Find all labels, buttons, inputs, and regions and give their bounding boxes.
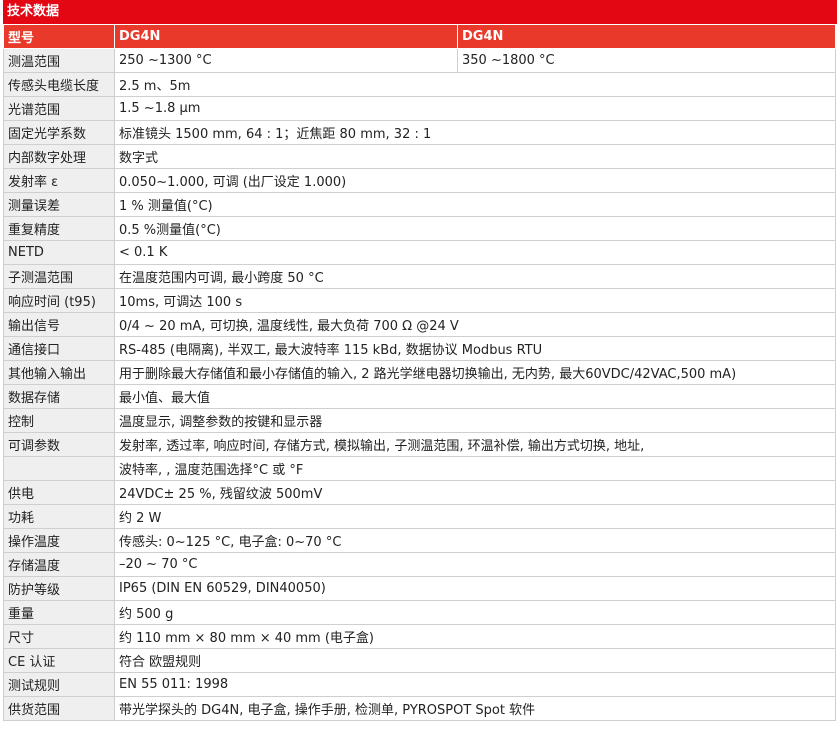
spec-label: 测量误差 [3,192,115,217]
spec-row: 发射率 ε 0.050~1.000, 可调 (出厂设定 1.000) [3,168,836,193]
spec-label: 通信接口 [3,336,115,361]
spec-value: 带光学探头的 DG4N, 电子盒, 操作手册, 检测单, PYROSPOT Sp… [114,696,836,721]
spec-value: 0.5 %测量值(°C) [114,216,836,241]
spec-value: EN 55 011: 1998 [114,672,836,697]
spec-row: 输出信号 0/4 ~ 20 mA, 可切换, 温度线性, 最大负荷 700 Ω @… [3,312,836,337]
spec-row: 响应时间 (t95) 10ms, 可调达 100 s [3,288,836,313]
spec-value: 10ms, 可调达 100 s [114,288,836,313]
spec-value: 约 500 g [114,600,836,625]
spec-row: 通信接口 RS-485 (电隔离), 半双工, 最大波特率 115 kBd, 数据… [3,336,836,361]
spec-row: 数据存储 最小值、最大值 [3,384,836,409]
range-model-1: 250 ~1300 °C [114,48,458,73]
spec-row: 测量误差 1 % 测量值(°C) [3,192,836,217]
spec-label: 重复精度 [3,216,115,241]
spec-value: 最小值、最大值 [114,384,836,409]
spec-row: 可调参数 发射率, 透过率, 响应时间, 存储方式, 模拟输出, 子测温范围, 环… [3,432,836,457]
spec-label [3,456,115,481]
spec-label: CE 认证 [3,648,115,673]
spec-value: RS-485 (电隔离), 半双工, 最大波特率 115 kBd, 数据协议 M… [114,336,836,361]
range-row: 测温范围 250 ~1300 °C 350 ~1800 °C [3,48,836,73]
spec-row: CE 认证 符合 欧盟规则 [3,648,836,673]
spec-label: 测试规则 [3,672,115,697]
spec-label: 内部数字处理 [3,144,115,169]
spec-row: 传感头电缆长度 2.5 m、5m [3,72,836,97]
spec-row: 操作温度 传感头: 0~125 °C, 电子盒: 0~70 °C [3,528,836,553]
spec-value: 0.050~1.000, 可调 (出厂设定 1.000) [114,168,836,193]
spec-value: 标准镜头 1500 mm, 64 : 1；近焦距 80 mm, 32 : 1 [114,120,836,145]
spec-row: 供货范围 带光学探头的 DG4N, 电子盒, 操作手册, 检测单, PYROSPO… [3,696,836,721]
spec-value: 0/4 ~ 20 mA, 可切换, 温度线性, 最大负荷 700 Ω @24 V [114,312,836,337]
spec-row: 功耗约 2 W [3,504,836,529]
spec-value: 数字式 [114,144,836,169]
spec-row: 防护等级 IP65 (DIN EN 60529, DIN40050) [3,576,836,601]
spec-row: 波特率, , 温度范围选择°C 或 °F [3,456,836,481]
spec-label: 控制 [3,408,115,433]
spec-label: 响应时间 (t95) [3,288,115,313]
spec-value: 1 % 测量值(°C) [114,192,836,217]
spec-label: 操作温度 [3,528,115,553]
section-title: 技术数据 [3,0,837,24]
spec-value: 约 110 mm × 80 mm × 40 mm (电子盒) [114,624,836,649]
spec-label: 可调参数 [3,432,115,457]
spec-value: 在温度范围内可调, 最小跨度 50 °C [114,264,836,289]
spec-value: 符合 欧盟规则 [114,648,836,673]
spec-value: 1.5 ~1.8 μm [114,96,836,121]
spec-label: 尺寸 [3,624,115,649]
spec-row: 光谱范围 1.5 ~1.8 μm [3,96,836,121]
model-1-name: DG4N [114,24,458,49]
model-header-row: 型号 DG4N DG4N [3,24,836,49]
spec-row: 子测温范围 在温度范围内可调, 最小跨度 50 °C [3,264,836,289]
spec-value: 温度显示, 调整参数的按键和显示器 [114,408,836,433]
spec-row: 尺寸 约 110 mm × 80 mm × 40 mm (电子盒) [3,624,836,649]
spec-sheet: 技术数据 型号 DG4N DG4N 测温范围 250 ~1300 °C 350 … [3,0,837,721]
spec-label: 传感头电缆长度 [3,72,115,97]
spec-value: 约 2 W [114,504,836,529]
spec-label: 发射率 ε [3,168,115,193]
spec-value: 24VDC± 25 %, 残留纹波 500mV [114,480,836,505]
spec-row: 供电 24VDC± 25 %, 残留纹波 500mV [3,480,836,505]
spec-row: 内部数字处理 数字式 [3,144,836,169]
spec-label: 存储温度 [3,552,115,577]
spec-label: NETD [3,240,115,265]
spec-row: 重复精度 0.5 %测量值(°C) [3,216,836,241]
spec-label: 功耗 [3,504,115,529]
spec-label: 光谱范围 [3,96,115,121]
spec-label: 供货范围 [3,696,115,721]
spec-value: IP65 (DIN EN 60529, DIN40050) [114,576,836,601]
model-label: 型号 [3,24,115,49]
spec-label: 防护等级 [3,576,115,601]
spec-label: 供电 [3,480,115,505]
spec-row: 存储温度 –20 ~ 70 °C [3,552,836,577]
spec-label: 数据存储 [3,384,115,409]
spec-value: 2.5 m、5m [114,72,836,97]
spec-label: 固定光学系数 [3,120,115,145]
spec-value: –20 ~ 70 °C [114,552,836,577]
spec-label: 其他输入输出 [3,360,115,385]
range-model-2: 350 ~1800 °C [457,48,836,73]
spec-label: 重量 [3,600,115,625]
spec-row: 控制 温度显示, 调整参数的按键和显示器 [3,408,836,433]
spec-label: 子测温范围 [3,264,115,289]
spec-value: 用于删除最大存储值和最小存储值的输入, 2 路光学继电器切换输出, 无内势, 最… [114,360,836,385]
model-2-name: DG4N [457,24,836,49]
spec-value: < 0.1 K [114,240,836,265]
range-label: 测温范围 [3,48,115,73]
spec-row: 其他输入输出 用于删除最大存储值和最小存储值的输入, 2 路光学继电器切换输出, … [3,360,836,385]
spec-value: 波特率, , 温度范围选择°C 或 °F [114,456,836,481]
spec-row: 重量 约 500 g [3,600,836,625]
spec-value: 发射率, 透过率, 响应时间, 存储方式, 模拟输出, 子测温范围, 环温补偿,… [114,432,836,457]
spec-row: 固定光学系数 标准镜头 1500 mm, 64 : 1；近焦距 80 mm, 32… [3,120,836,145]
spec-row: 测试规则 EN 55 011: 1998 [3,672,836,697]
spec-label: 输出信号 [3,312,115,337]
spec-table: 型号 DG4N DG4N 测温范围 250 ~1300 °C 350 ~1800… [3,24,836,721]
spec-row: NETD < 0.1 K [3,240,836,265]
spec-value: 传感头: 0~125 °C, 电子盒: 0~70 °C [114,528,836,553]
